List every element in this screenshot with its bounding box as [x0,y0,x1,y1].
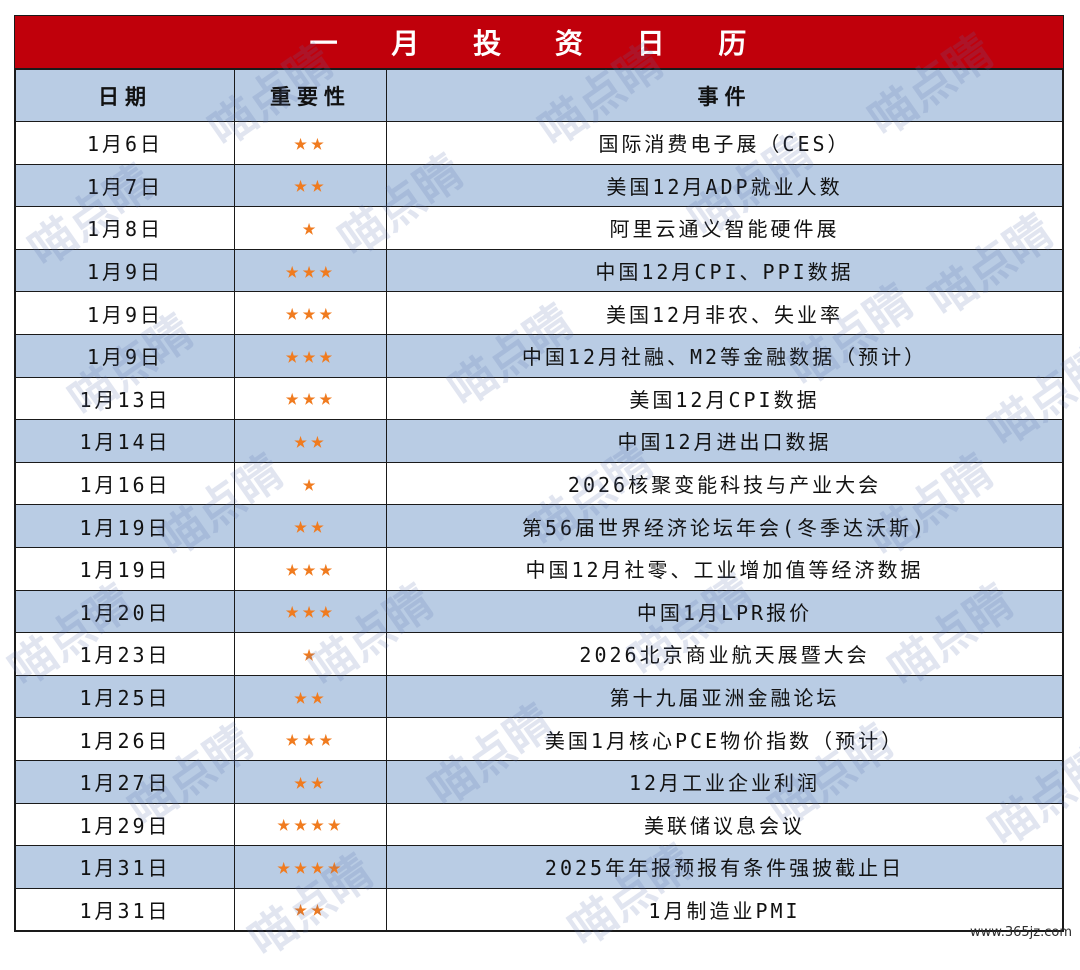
header-importance: 重要性 [234,69,387,122]
event-cell: 美国1月核心PCE物价指数（预计） [386,717,1063,761]
date-cell: 1月19日 [15,546,235,591]
table-row: 1月16日 ★ 2026核聚变能科技与产业大会 [15,461,1063,506]
importance-stars: ★★★ [234,333,387,378]
date-cell: 1月9日 [15,291,235,335]
event-cell: 中国12月CPI、PPI数据 [386,248,1063,293]
event-cell: 1月制造业PMI [386,887,1063,932]
event-cell: 2026核聚变能科技与产业大会 [386,461,1063,506]
table-row: 1月7日 ★★ 美国12月ADP就业人数 [15,163,1063,208]
table-row: 1月27日 ★★ 12月工业企业利润 [15,759,1063,804]
date-cell: 1月7日 [15,163,235,208]
event-cell: 2026北京商业航天展暨大会 [386,632,1063,676]
table-row: 1月31日 ★★★★ 2025年年报预报有条件强披截止日 [15,845,1063,889]
events-table: 日期 重要性 事件 1月6日 ★★ 国际消费电子展（CES） 1月7日 ★★ 美国12月A… [15,69,1063,932]
table-row: 1月20日 ★★★ 中国1月LPR报价 [15,589,1063,634]
importance-stars: ★★★ [234,589,387,634]
date-cell: 1月8日 [15,206,235,250]
event-cell: 中国12月社融、M2等金融数据（预计） [386,333,1063,378]
importance-stars: ★★ [234,504,387,548]
event-cell: 第十九届亚洲金融论坛 [386,674,1063,719]
importance-stars: ★★★ [234,291,387,335]
importance-stars: ★★★ [234,717,387,761]
importance-stars: ★★ [234,759,387,804]
date-cell: 1月9日 [15,333,235,378]
date-cell: 1月27日 [15,759,235,804]
table-row: 1月19日 ★★ 第56届世界经济论坛年会(冬季达沃斯) [15,504,1063,548]
event-cell: 中国12月进出口数据 [386,419,1063,463]
importance-stars: ★★ [234,121,387,165]
header-row: 日期 重要性 事件 [15,69,1063,122]
table-row: 1月23日 ★ 2026北京商业航天展暨大会 [15,632,1063,676]
date-cell: 1月29日 [15,802,235,847]
header-date: 日期 [15,69,235,122]
importance-stars: ★★★★ [234,845,387,889]
date-cell: 1月14日 [15,419,235,463]
table-row: 1月9日 ★★★ 美国12月非农、失业率 [15,291,1063,335]
importance-stars: ★ [234,461,387,506]
importance-stars: ★★ [234,419,387,463]
importance-stars: ★★ [234,163,387,208]
event-cell: 阿里云通义智能硬件展 [386,206,1063,250]
site-watermark: www.365jz.com [970,925,1072,940]
event-cell: 2025年年报预报有条件强披截止日 [386,845,1063,889]
date-cell: 1月31日 [15,887,235,932]
importance-stars: ★ [234,206,387,250]
calendar-title: 一 月 投 资 日 历 [15,16,1063,69]
event-cell: 国际消费电子展（CES） [386,121,1063,165]
date-cell: 1月25日 [15,674,235,719]
importance-stars: ★★★ [234,546,387,591]
event-cell: 第56届世界经济论坛年会(冬季达沃斯) [386,504,1063,548]
date-cell: 1月20日 [15,589,235,634]
importance-stars: ★ [234,632,387,676]
table-row: 1月9日 ★★★ 中国12月社融、M2等金融数据（预计） [15,333,1063,378]
table-row: 1月6日 ★★ 国际消费电子展（CES） [15,121,1063,165]
investment-calendar: 一 月 投 资 日 历 日期 重要性 事件 1月6日 ★★ 国际消费电子展（CES）… [14,15,1064,933]
importance-stars: ★★★ [234,248,387,293]
table-row: 1月13日 ★★★ 美国12月CPI数据 [15,376,1063,421]
importance-stars: ★★★★ [234,802,387,847]
date-cell: 1月13日 [15,376,235,421]
date-cell: 1月26日 [15,717,235,761]
event-cell: 美国12月非农、失业率 [386,291,1063,335]
table-row: 1月26日 ★★★ 美国1月核心PCE物价指数（预计） [15,717,1063,761]
table-row: 1月8日 ★ 阿里云通义智能硬件展 [15,206,1063,250]
table-row: 1月9日 ★★★ 中国12月CPI、PPI数据 [15,248,1063,293]
table-row: 1月14日 ★★ 中国12月进出口数据 [15,419,1063,463]
event-cell: 美联储议息会议 [386,802,1063,847]
date-cell: 1月19日 [15,504,235,548]
event-cell: 美国12月CPI数据 [386,376,1063,421]
event-cell: 中国12月社零、工业增加值等经济数据 [386,546,1063,591]
table-row: 1月31日 ★★ 1月制造业PMI [15,887,1063,932]
importance-stars: ★★★ [234,376,387,421]
event-cell: 12月工业企业利润 [386,759,1063,804]
date-cell: 1月9日 [15,248,235,293]
date-cell: 1月23日 [15,632,235,676]
table-row: 1月25日 ★★ 第十九届亚洲金融论坛 [15,674,1063,719]
date-cell: 1月16日 [15,461,235,506]
date-cell: 1月6日 [15,121,235,165]
header-event: 事件 [386,69,1063,122]
table-row: 1月19日 ★★★ 中国12月社零、工业增加值等经济数据 [15,546,1063,591]
event-cell: 中国1月LPR报价 [386,589,1063,634]
table-row: 1月29日 ★★★★ 美联储议息会议 [15,802,1063,847]
importance-stars: ★★ [234,674,387,719]
date-cell: 1月31日 [15,845,235,889]
event-cell: 美国12月ADP就业人数 [386,163,1063,208]
importance-stars: ★★ [234,887,387,932]
